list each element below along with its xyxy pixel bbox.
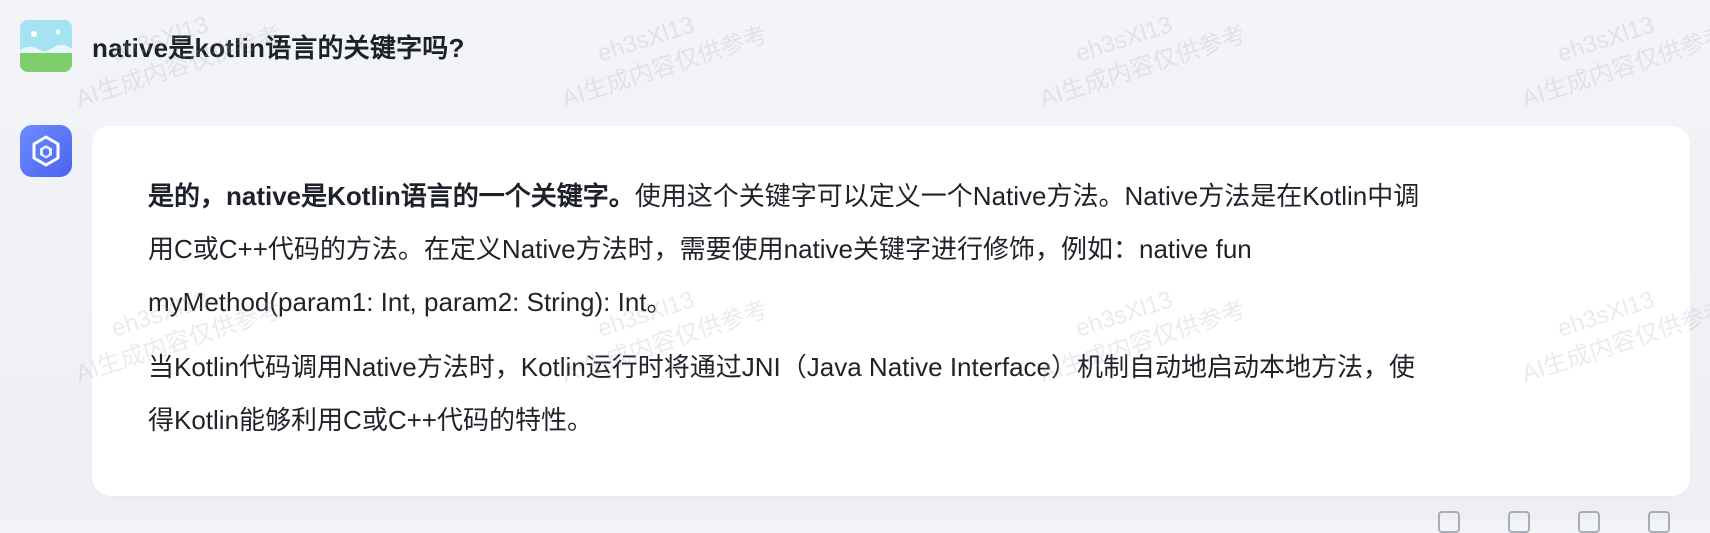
copy-icon[interactable] (1438, 511, 1460, 533)
watermark: eh3sXl13 AI生成内容仅供参考 (1518, 11, 1710, 114)
answer-paragraph-1: 是的，native是Kotlin语言的一个关键字。使用这个关键字可以定义一个Na… (148, 170, 1634, 329)
ai-logo-icon[interactable] (20, 125, 72, 177)
watermark: eh3sXl13 AI生成内容仅供参考 (558, 11, 772, 114)
answer-text: 使用这个关键字可以定义一个Native方法。Native方法是在Kotlin中调 (634, 181, 1420, 211)
share-icon[interactable] (1508, 511, 1530, 533)
answer-toolbar (1438, 511, 1670, 533)
watermark: eh3sXl13 AI生成内容仅供参考 (1036, 11, 1250, 114)
question-text: native是kotlin语言的关键字吗? (92, 32, 465, 63)
landscape-avatar-icon[interactable] (20, 20, 72, 72)
user-message: native是kotlin语言的关键字吗? (20, 20, 465, 72)
like-icon[interactable] (1578, 511, 1600, 533)
answer-paragraph-2: 当Kotlin代码调用Native方法时，Kotlin运行时将通过JNI（Jav… (148, 341, 1634, 447)
answer-text: 当Kotlin代码调用Native方法时，Kotlin运行时将通过JNI（Jav… (148, 352, 1416, 382)
answer-bold-lead: 是的，native是Kotlin语言的一个关键字。 (148, 181, 635, 211)
answer-text: 用C或C++代码的方法。在定义Native方法时，需要使用native关键字进行… (148, 234, 1252, 264)
dislike-icon[interactable] (1648, 511, 1670, 533)
answer-text: 得Kotlin能够利用C或C++代码的特性。 (148, 405, 593, 435)
answer-card: 是的，native是Kotlin语言的一个关键字。使用这个关键字可以定义一个Na… (92, 126, 1690, 496)
answer-text: myMethod(param1: Int, param2: String): I… (148, 287, 673, 317)
